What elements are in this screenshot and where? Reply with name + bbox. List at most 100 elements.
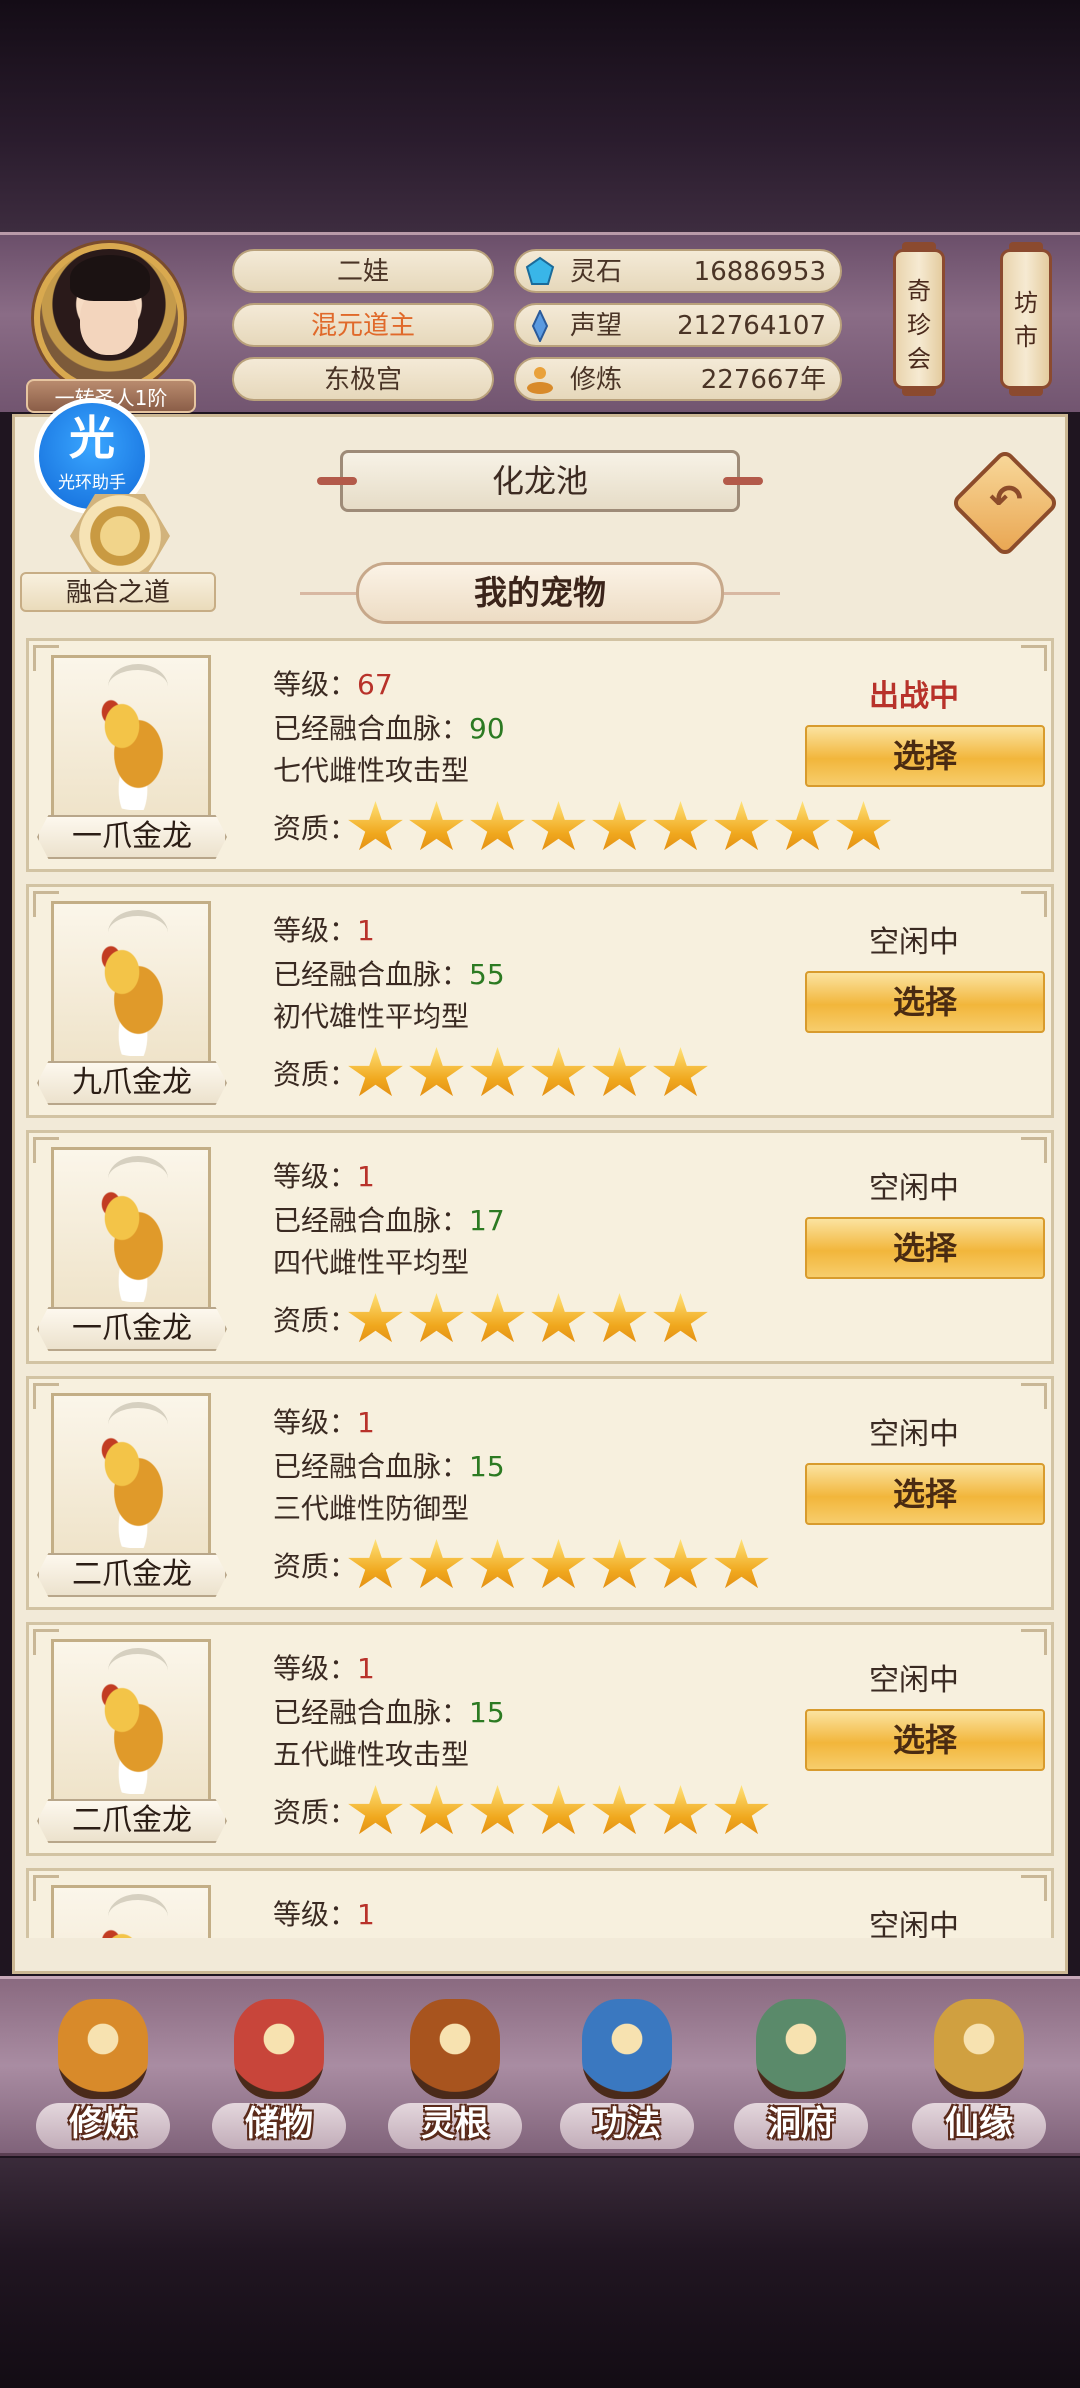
spirit-root-icon — [410, 1999, 500, 2099]
pet-type: 初代雄性平均型 — [273, 1000, 470, 1033]
pet-portrait[interactable] — [51, 655, 211, 819]
back-arrow-icon[interactable]: ↶ — [984, 478, 1028, 522]
spirit-stone-icon — [525, 256, 555, 285]
quality-label: 资质： — [273, 812, 358, 845]
reputation-icon — [531, 310, 549, 342]
quality-label: 资质： — [273, 1550, 358, 1583]
pet-bloodline-value: 15 — [469, 1696, 505, 1729]
level-label: 等级： — [273, 1406, 358, 1439]
pet-status: 空闲中 — [869, 1171, 959, 1206]
pet-card[interactable]: 二爪金龙 等级：1 已经融合血脉：15 三代雌性防御型 资质： 空闲中 选择 — [26, 1376, 1054, 1610]
stat-reputation: 声望 212764107 — [514, 303, 842, 347]
bottom-navigation: 修炼 储物 灵根 功法 洞府 仙缘 — [0, 1976, 1080, 2156]
pet-name: 一爪金龙 — [37, 815, 227, 859]
pet-bloodline-value: 15 — [469, 1450, 505, 1483]
pet-portrait[interactable] — [51, 1639, 211, 1803]
pet-name: 九爪金龙 — [37, 1061, 227, 1105]
tab-my-pets[interactable]: 我的宠物 — [356, 562, 724, 624]
select-button[interactable]: 选择 — [805, 1709, 1045, 1771]
star-icon — [531, 801, 586, 851]
nav-item[interactable]: 储物 — [204, 1999, 354, 2149]
star-icon — [348, 1293, 403, 1343]
star-icon — [592, 1293, 647, 1343]
star-icon — [592, 1047, 647, 1097]
pet-card[interactable]: 一爪金龙 等级：1 已经融合血脉：17 四代雌性平均型 资质： 空闲中 选择 — [26, 1130, 1054, 1364]
card-corner-ornament — [1021, 1629, 1047, 1655]
quality-label: 资质： — [273, 1796, 358, 1829]
quality-stars — [347, 801, 892, 857]
pet-card[interactable]: 二爪金龙 等级：1 已经融合血脉：15 五代雌性攻击型 资质： 空闲中 选择 — [26, 1622, 1054, 1856]
pet-list[interactable]: 一爪金龙 等级：67 已经融合血脉：90 七代雌性攻击型 资质： 出战中 选择 … — [26, 638, 1054, 1938]
quality-stars — [347, 1047, 709, 1103]
star-icon — [714, 1539, 769, 1589]
bloodline-label: 已经融合血脉： — [273, 1450, 470, 1483]
star-icon — [470, 1293, 525, 1343]
nav-item[interactable]: 洞府 — [726, 1999, 876, 2149]
pet-level-line: 等级：67 — [273, 663, 393, 703]
player-avatar-group[interactable]: 一转圣人1阶 — [26, 243, 196, 413]
star-icon — [653, 1539, 708, 1589]
nav-label: 洞府 — [767, 2104, 835, 2144]
select-button[interactable]: 选择 — [805, 725, 1045, 787]
card-corner-ornament — [1021, 891, 1047, 917]
avatar[interactable] — [34, 243, 184, 393]
pet-bloodline-line: 已经融合血脉：90 — [273, 707, 505, 747]
select-button[interactable]: 选择 — [805, 971, 1045, 1033]
nav-item[interactable]: 仙缘 — [904, 1999, 1054, 2149]
player-title: 混元道主 — [232, 303, 494, 347]
quality-label: 资质： — [273, 1058, 358, 1091]
treasure-auction-button[interactable]: 奇珍会 — [893, 242, 945, 396]
star-icon — [592, 1539, 647, 1589]
cave-mansion-icon — [756, 1999, 846, 2099]
fusion-way-button[interactable]: 融合之道 — [20, 572, 216, 612]
star-icon — [470, 1785, 525, 1835]
pet-portrait[interactable] — [51, 1147, 211, 1311]
pet-status: 空闲中 — [869, 925, 959, 960]
pet-type: 五代雌性攻击型 — [273, 1738, 470, 1771]
star-icon — [775, 801, 830, 851]
nav-item[interactable]: 功法 — [552, 1999, 702, 2149]
nav-item[interactable]: 修炼 — [28, 1999, 178, 2149]
bloodline-label: 已经融合血脉： — [273, 1204, 470, 1237]
top-backdrop — [0, 0, 1080, 232]
star-icon — [409, 1539, 464, 1589]
pet-portrait[interactable] — [51, 901, 211, 1065]
market-button[interactable]: 坊市 — [1000, 242, 1052, 396]
star-icon — [592, 801, 647, 851]
select-button[interactable]: 选择 — [805, 1217, 1045, 1279]
nav-label: 修炼 — [69, 2104, 137, 2144]
star-icon — [409, 1047, 464, 1097]
pet-card[interactable]: 等级：1 空闲中 — [26, 1868, 1054, 1938]
scripture-book-icon — [582, 1999, 672, 2099]
quality-stars — [347, 1293, 709, 1349]
pet-status: 出战中 — [869, 679, 959, 714]
pet-card[interactable]: 一爪金龙 等级：67 已经融合血脉：90 七代雌性攻击型 资质： 出战中 选择 — [26, 638, 1054, 872]
pet-level-value: 67 — [357, 668, 393, 701]
nav-label: 储物 — [245, 2104, 313, 2144]
storage-bag-icon — [234, 1999, 324, 2099]
pet-card[interactable]: 九爪金龙 等级：1 已经融合血脉：55 初代雄性平均型 资质： 空闲中 选择 — [26, 884, 1054, 1118]
gold-dragon-icon — [78, 1648, 188, 1794]
pet-bloodline-value: 90 — [469, 712, 505, 745]
star-icon — [409, 1785, 464, 1835]
pet-portrait[interactable] — [51, 1885, 211, 1938]
stat-cultivation: 修炼 227667年 — [514, 357, 842, 401]
pet-name: 一爪金龙 — [37, 1307, 227, 1351]
pet-bloodline-value: 17 — [469, 1204, 505, 1237]
pet-name: 二爪金龙 — [37, 1553, 227, 1597]
cultivate-icon — [58, 1999, 148, 2099]
nav-label: 灵根 — [421, 2104, 489, 2144]
star-icon — [470, 1539, 525, 1589]
player-name: 二娃 — [232, 249, 494, 293]
select-button[interactable]: 选择 — [805, 1463, 1045, 1525]
cultivation-icon — [527, 367, 553, 394]
bloodline-label: 已经融合血脉： — [273, 712, 470, 745]
pet-type: 四代雌性平均型 — [273, 1246, 470, 1279]
star-icon — [592, 1785, 647, 1835]
pet-portrait[interactable] — [51, 1393, 211, 1557]
bottom-backdrop — [0, 2158, 1080, 2388]
star-icon — [409, 1293, 464, 1343]
pet-bloodline-line: 已经融合血脉：17 — [273, 1199, 505, 1239]
nav-item[interactable]: 灵根 — [380, 1999, 530, 2149]
pet-level-line: 等级：1 — [273, 1893, 375, 1933]
